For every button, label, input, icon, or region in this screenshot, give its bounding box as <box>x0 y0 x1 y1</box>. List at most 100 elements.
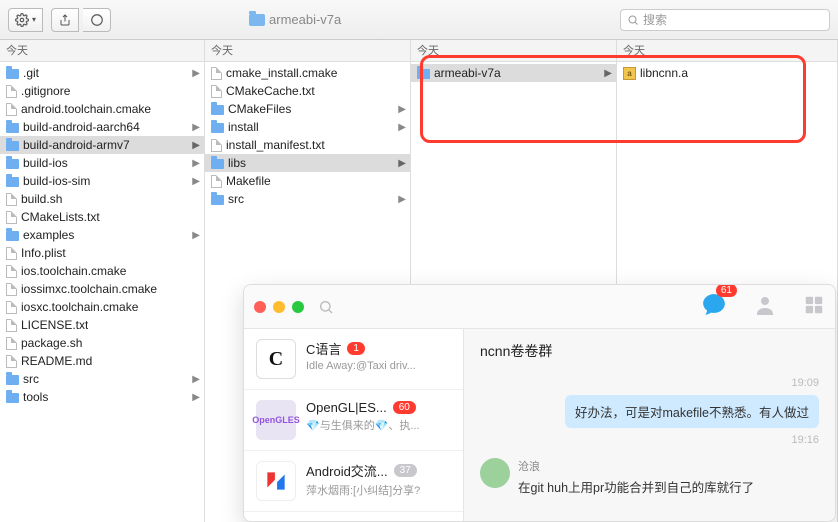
list-item[interactable]: build-ios▶ <box>0 154 204 172</box>
list-item[interactable]: iosxc.toolchain.cmake <box>0 298 204 316</box>
column-header: 今天 <box>205 40 410 62</box>
item-label: package.sh <box>21 336 82 350</box>
avatar: OpenGLES <box>256 400 296 440</box>
list-item[interactable]: ios.toolchain.cmake <box>0 262 204 280</box>
list-item[interactable]: README.md <box>0 352 204 370</box>
path-label: armeabi-v7a <box>269 12 341 27</box>
list-item[interactable]: build-ios-sim ▶ <box>0 172 204 190</box>
column-header: 今天 <box>0 40 204 62</box>
file-icon <box>6 265 17 278</box>
conversation-title: C语言 <box>306 339 341 358</box>
unread-badge: 60 <box>393 401 416 414</box>
chevron-right-icon: ▶ <box>192 176 200 187</box>
list-item[interactable]: alibncnn.a <box>617 64 837 82</box>
tags-button[interactable] <box>83 8 111 32</box>
path-bar: armeabi-v7a <box>249 12 341 27</box>
file-icon <box>211 139 222 152</box>
folder-icon <box>211 195 224 205</box>
list-item[interactable]: CMakeCache.txt <box>205 82 410 100</box>
list-item[interactable]: src▶ <box>205 190 410 208</box>
list-item[interactable]: armeabi-v7a▶ <box>411 64 616 82</box>
list-item[interactable]: install▶ <box>205 118 410 136</box>
item-label: README.md <box>21 354 92 368</box>
list-item[interactable]: Makefile <box>205 172 410 190</box>
message-text: 在git huh上用pr功能合并到自己的库就行了 <box>518 477 754 496</box>
list-item[interactable]: libs▶ <box>205 154 410 172</box>
list-item[interactable]: examples▶ <box>0 226 204 244</box>
messages-button[interactable]: 61 <box>701 292 727 321</box>
item-label: libncnn.a <box>640 66 688 80</box>
list-item[interactable]: android.toolchain.cmake <box>0 100 204 118</box>
list-item[interactable]: Info.plist <box>0 244 204 262</box>
list-item[interactable]: CMakeLists.txt <box>0 208 204 226</box>
timestamp: 19:16 <box>480 434 819 446</box>
list-item[interactable]: src▶ <box>0 370 204 388</box>
item-label: CMakeLists.txt <box>21 210 100 224</box>
file-icon <box>6 247 17 260</box>
list-item[interactable]: tools▶ <box>0 388 204 406</box>
file-icon <box>6 301 17 314</box>
list-item[interactable]: build-android-aarch64 ▶ <box>0 118 204 136</box>
conversation-preview: Idle Away:@Taxi driv... <box>306 360 451 372</box>
outgoing-message: 好办法，可是对makefile不熟悉。有人做过 <box>565 395 819 428</box>
column-header: 今天 <box>617 40 837 62</box>
item-label: examples <box>23 228 74 242</box>
folder-icon <box>211 105 224 115</box>
avatar <box>480 458 510 488</box>
contacts-button[interactable] <box>753 293 777 320</box>
share-button[interactable] <box>51 8 79 32</box>
column-1: 今天 .git▶.gitignoreandroid.toolchain.cmak… <box>0 40 205 522</box>
chevron-right-icon: ▶ <box>192 122 200 133</box>
gear-dropdown-button[interactable]: ▾ <box>8 8 43 32</box>
zoom-icon[interactable] <box>292 301 304 313</box>
item-label: build-ios-sim <box>23 174 90 188</box>
item-label: build-android-aarch64 <box>23 120 140 134</box>
conversation-item[interactable]: OpenGLESOpenGL|ES...60💎与生俱来的💎、执... <box>244 390 463 451</box>
file-icon <box>6 85 17 98</box>
chat-window: 61 CC语言1Idle Away:@Taxi driv...OpenGLESO… <box>243 284 836 522</box>
chat-titlebar: 61 <box>244 285 835 329</box>
chat-messages: ncnn卷卷群 19:09 好办法，可是对makefile不熟悉。有人做过 19… <box>464 329 835 521</box>
minimize-icon[interactable] <box>273 301 285 313</box>
column-header: 今天 <box>411 40 616 62</box>
conversation-item[interactable]: Android交流...37萍水烟雨:[小纠结]分享? <box>244 451 463 512</box>
chevron-right-icon: ▶ <box>192 392 200 403</box>
list-item[interactable]: LICENSE.txt <box>0 316 204 334</box>
file-icon <box>6 283 17 296</box>
chat-search-button[interactable] <box>318 299 348 315</box>
list-item[interactable]: .git▶ <box>0 64 204 82</box>
item-label: cmake_install.cmake <box>226 66 337 80</box>
conversation-item[interactable]: CC语言1Idle Away:@Taxi driv... <box>244 329 463 390</box>
list-item[interactable]: cmake_install.cmake <box>205 64 410 82</box>
item-label: LICENSE.txt <box>21 318 88 332</box>
sender-name: 沧浪 <box>518 458 754 474</box>
conversation-preview: 萍水烟雨:[小纠结]分享? <box>306 482 451 498</box>
incoming-message: 沧浪 在git huh上用pr功能合并到自己的库就行了 <box>480 458 819 496</box>
list-item[interactable]: CMakeFiles▶ <box>205 100 410 118</box>
window-controls[interactable] <box>254 301 304 313</box>
timestamp: 19:09 <box>480 377 819 389</box>
close-icon[interactable] <box>254 301 266 313</box>
list-item[interactable]: install_manifest.txt <box>205 136 410 154</box>
list-item[interactable]: package.sh <box>0 334 204 352</box>
file-icon <box>211 175 222 188</box>
item-label: src <box>23 372 39 386</box>
list-item[interactable]: iossimxc.toolchain.cmake <box>0 280 204 298</box>
list-item[interactable]: build-android-armv7▶ <box>0 136 204 154</box>
room-title: ncnn卷卷群 <box>480 341 819 361</box>
apps-button[interactable] <box>803 294 825 319</box>
folder-icon <box>6 123 19 133</box>
folder-icon <box>249 14 265 26</box>
item-label: iosxc.toolchain.cmake <box>21 300 138 314</box>
column-1-list[interactable]: .git▶.gitignoreandroid.toolchain.cmakebu… <box>0 62 204 522</box>
item-label: build.sh <box>21 192 62 206</box>
item-label: CMakeFiles <box>228 102 291 116</box>
search-input[interactable]: 搜索 <box>620 9 830 31</box>
list-item[interactable]: build.sh <box>0 190 204 208</box>
list-item[interactable]: .gitignore <box>0 82 204 100</box>
folder-icon <box>211 159 224 169</box>
conversation-list[interactable]: CC语言1Idle Away:@Taxi driv...OpenGLESOpen… <box>244 329 464 521</box>
file-icon <box>211 67 222 80</box>
unread-badge: 61 <box>716 284 737 297</box>
file-icon <box>6 319 17 332</box>
